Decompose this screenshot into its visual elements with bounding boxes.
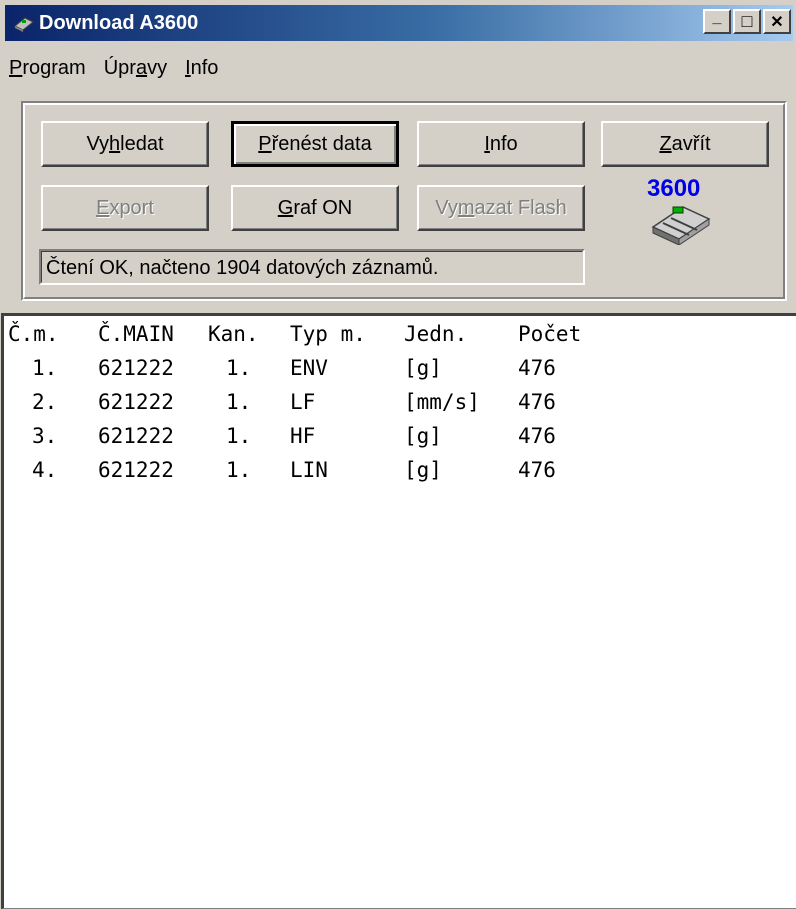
table-cell: 1. xyxy=(226,390,252,414)
title-bar[interactable]: Download A3600 _ □ ✕ xyxy=(5,5,793,41)
column-header: Jedn. xyxy=(404,322,468,346)
maximize-icon: □ xyxy=(741,11,753,31)
table-cell: 621222 xyxy=(98,390,174,414)
table-cell: 621222 xyxy=(98,424,174,448)
data-table[interactable]: Č.m. Č.MAIN Kan. Typ m. Jedn. Počet 1. 6… xyxy=(1,313,796,909)
erase-flash-button[interactable]: Vy m azat Flash xyxy=(417,185,585,231)
table-cell: 1. xyxy=(226,356,252,380)
menu-program[interactable]: Program xyxy=(5,53,94,87)
device-logo: 3600 xyxy=(625,175,775,245)
window-title: Download A3600 xyxy=(39,11,199,34)
table-cell: 476 xyxy=(518,356,556,380)
close-app-button[interactable]: Zavřít xyxy=(601,121,769,167)
column-header: Č.MAIN xyxy=(98,322,174,346)
graph-toggle-button[interactable]: Graf ON xyxy=(231,185,399,231)
transfer-data-button[interactable]: Přenést data xyxy=(231,121,399,167)
status-field: Čtení OK, načteno 1904 datových záznamů. xyxy=(39,249,585,285)
table-cell: LIN xyxy=(290,458,328,482)
table-cell: ENV xyxy=(290,356,328,380)
app-window: Download A3600 _ □ ✕ Program Úpravy Info… xyxy=(0,0,796,909)
table-cell: 476 xyxy=(518,424,556,448)
device-icon xyxy=(651,206,711,245)
minimize-icon: _ xyxy=(712,8,722,26)
table-cell: 2. xyxy=(32,390,58,414)
table-cell: [g] xyxy=(404,458,442,482)
table-row[interactable]: 3. 621222 1. HF [g] 476 xyxy=(4,424,556,458)
column-header: Kan. xyxy=(208,322,259,346)
device-logo-text: 3600 xyxy=(647,175,701,202)
table-cell: HF xyxy=(290,424,316,448)
control-panel: Vy h ledat Přenést data Info Zavřít Export… xyxy=(21,101,787,301)
menu-upravy[interactable]: Úpravy xyxy=(100,53,175,87)
table-cell: 1. xyxy=(226,458,252,482)
export-button[interactable]: Export xyxy=(41,185,209,231)
table-cell: 1. xyxy=(226,424,252,448)
table-cell: 3. xyxy=(32,424,58,448)
table-cell: 476 xyxy=(518,458,556,482)
close-icon: ✕ xyxy=(770,13,784,31)
table-cell: [mm/s] xyxy=(404,390,480,414)
column-header: Počet xyxy=(518,322,582,346)
menu-info[interactable]: Info xyxy=(181,53,226,87)
menu-bar: Program Úpravy Info xyxy=(5,53,232,87)
table-cell: 621222 xyxy=(98,356,174,380)
table-cell: 4. xyxy=(32,458,58,482)
table-cell: 476 xyxy=(518,390,556,414)
table-header-row: Č.m. Č.MAIN Kan. Typ m. Jedn. Počet xyxy=(4,322,581,356)
control-panel-inner: Vy h ledat Přenést data Info Zavřít Export… xyxy=(23,103,785,299)
window-controls: _ □ ✕ xyxy=(703,9,791,34)
table-row[interactable]: 2. 621222 1. LF [mm/s] 476 xyxy=(4,390,556,424)
table-row[interactable]: 4. 621222 1. LIN [g] 476 xyxy=(4,458,556,492)
app-icon xyxy=(13,14,35,32)
table-cell: [g] xyxy=(404,424,442,448)
table-row[interactable]: 1. 621222 1. ENV [g] 476 xyxy=(4,356,556,390)
table-cell: [g] xyxy=(404,356,442,380)
table-cell: 1. xyxy=(32,356,58,380)
search-button[interactable]: Vy h ledat xyxy=(41,121,209,167)
close-button[interactable]: ✕ xyxy=(763,9,791,34)
info-button[interactable]: Info xyxy=(417,121,585,167)
column-header: Typ m. xyxy=(290,322,366,346)
table-cell: LF xyxy=(290,390,316,414)
minimize-button[interactable]: _ xyxy=(703,9,731,34)
status-text: Čtení OK, načteno 1904 datových záznamů. xyxy=(41,251,583,283)
table-cell: 621222 xyxy=(98,458,174,482)
column-header: Č.m. xyxy=(8,322,59,346)
maximize-button[interactable]: □ xyxy=(733,9,761,34)
